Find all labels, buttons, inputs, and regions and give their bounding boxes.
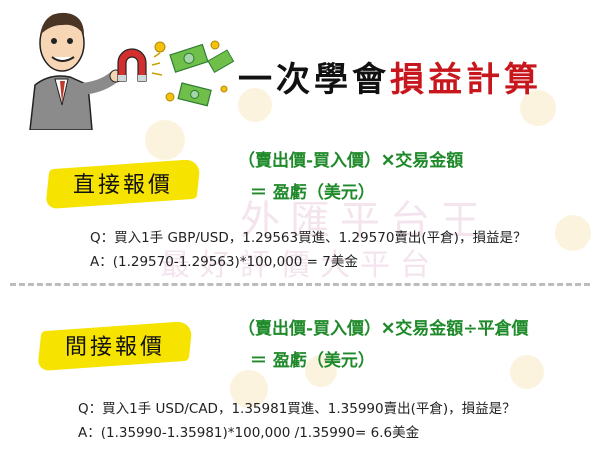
direct-question: Q：買入1手 GBP/USD，1.29563買進、1.29570賣出(平倉)，損… — [90, 230, 527, 246]
direct-quote-label: 直接報價 — [58, 158, 188, 208]
indirect-quote-label: 間接報價 — [50, 320, 180, 370]
businessman-magnet-illustration — [29, 12, 235, 130]
direct-formula-line-1: （賣出價-買入價）✕交易金額 — [238, 151, 464, 171]
indirect-answer: A：(1.35990-1.35981)*100,000 /1.35990= 6.… — [78, 425, 420, 441]
title-red-part: 損益計算 — [390, 60, 542, 100]
indirect-question: Q：買入1手 USD/CAD，1.35981買進、1.35990賣出(平倉)，損… — [78, 401, 516, 417]
section-divider — [10, 283, 590, 286]
watermark-coin — [510, 355, 544, 389]
indirect-formula-line-2: ＝ 盈虧（美元） — [250, 351, 375, 371]
indirect-formula-line-1: （賣出價-買入價）✕交易金額÷平倉價 — [238, 319, 529, 339]
title-black-part: 一次學會 — [238, 60, 390, 100]
direct-answer: A：(1.29570-1.29563)*100,000 = 7美金 — [90, 254, 358, 270]
watermark-coin — [555, 215, 591, 251]
direct-formula-line-2: ＝ 盈虧（美元） — [250, 183, 375, 203]
page-title: 一次學會損益計算 — [238, 52, 542, 101]
